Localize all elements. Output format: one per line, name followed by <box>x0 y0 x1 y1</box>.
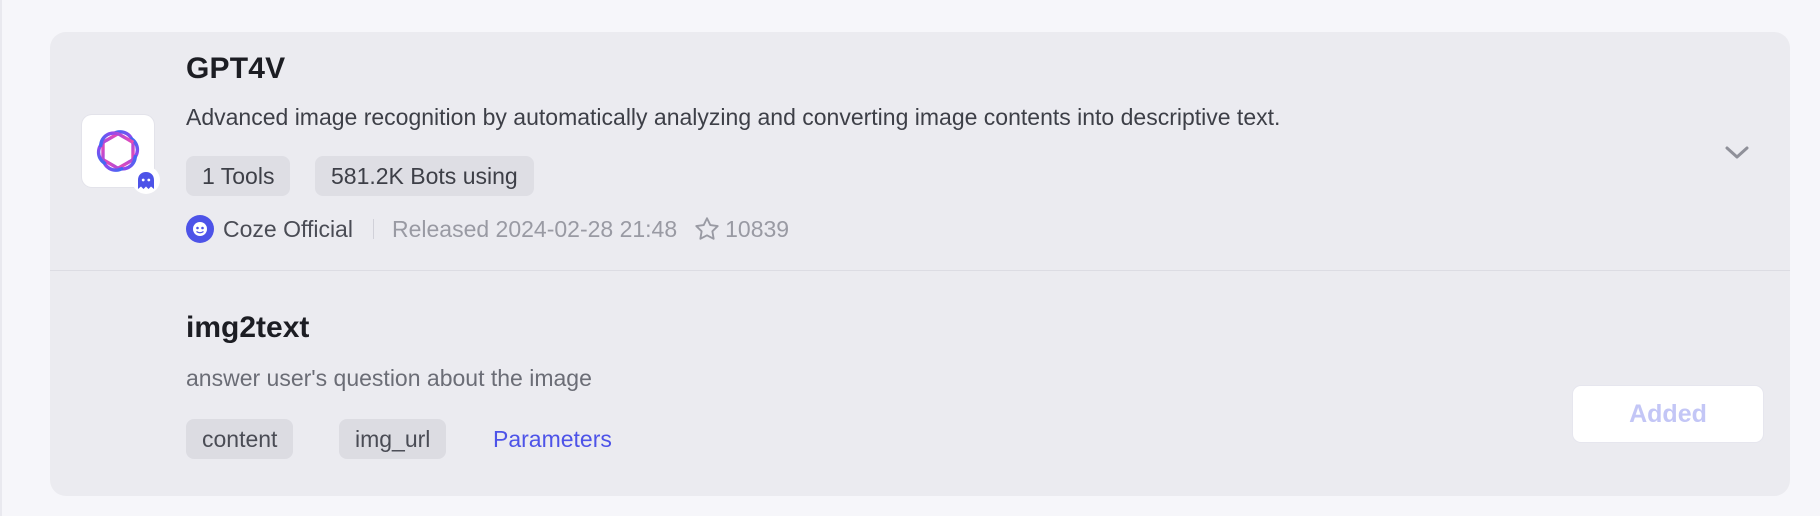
tools-count-tag: 1 Tools <box>186 156 291 196</box>
tool-description: answer user's question about the image <box>186 365 592 391</box>
tool-name: img2text <box>186 311 310 344</box>
favorites-count: 10839 <box>725 215 790 242</box>
chevron-down-icon[interactable] <box>1720 136 1754 170</box>
star-icon[interactable] <box>693 215 721 243</box>
plugin-description: Advanced image recognition by automatica… <box>186 104 1281 130</box>
plugin-title: GPT4V <box>186 52 286 85</box>
bots-using-tag: 581.2K Bots using <box>315 156 534 196</box>
param-tag-img-url: img_url <box>339 419 447 459</box>
parameters-link[interactable]: Parameters <box>493 419 612 459</box>
author-name[interactable]: Coze Official <box>223 216 353 243</box>
plugin-icon <box>82 115 160 194</box>
plugin-header[interactable]: GPT4V Advanced image recognition by auto… <box>50 32 1790 270</box>
page-left-border <box>0 0 2 516</box>
meta-divider <box>372 219 374 239</box>
tool-item: img2text answer user's question about th… <box>50 271 1790 496</box>
plugin-card: GPT4V Advanced image recognition by auto… <box>50 32 1790 496</box>
coze-avatar-icon <box>186 215 214 243</box>
added-button[interactable]: Added <box>1572 385 1764 443</box>
param-tag-content: content <box>186 419 294 459</box>
plugin-meta-row: Coze Official Released 2024-02-28 21:48 … <box>186 214 789 244</box>
coze-official-badge-icon <box>132 166 160 194</box>
release-date: Released 2024-02-28 21:48 <box>391 215 678 242</box>
